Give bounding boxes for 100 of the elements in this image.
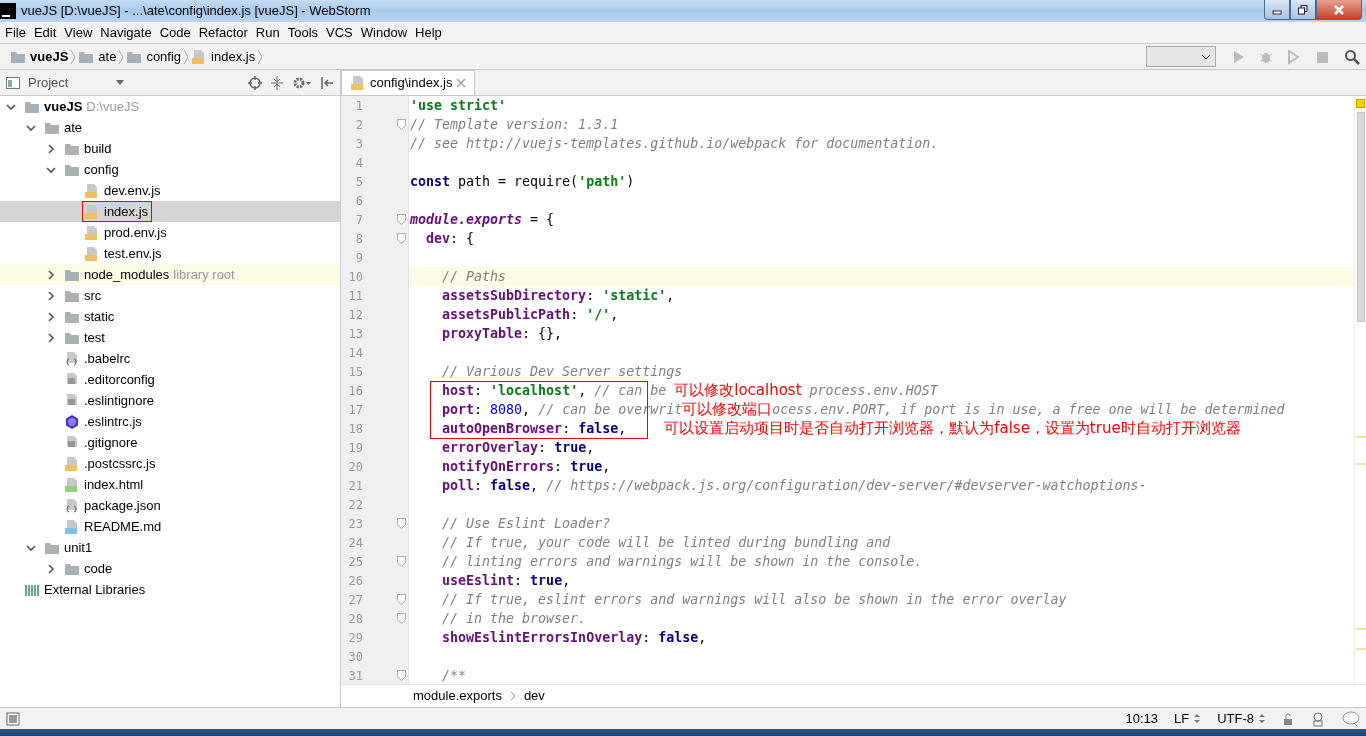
warning-marker[interactable] [1356, 463, 1366, 465]
line-separator-selector[interactable]: LF [1174, 708, 1202, 729]
code-text: : {}, [522, 325, 563, 343]
fold-marker-icon[interactable] [397, 670, 406, 681]
tree-item[interactable]: static [0, 306, 340, 327]
fold-marker-icon[interactable] [397, 119, 406, 130]
person-icon[interactable] [1310, 710, 1326, 727]
minimize-button[interactable] [1264, 0, 1290, 20]
settings-icon[interactable] [292, 75, 312, 90]
hide-panel-icon[interactable] [320, 75, 334, 90]
tree-item[interactable]: test [0, 327, 340, 348]
code-text: 'localhost' [490, 382, 579, 400]
up-down-arrows-icon[interactable] [1193, 713, 1202, 724]
warning-marker[interactable] [1356, 628, 1366, 630]
code-text: : [474, 401, 484, 419]
tool-windows-icon[interactable] [6, 711, 20, 726]
tree-item[interactable]: package.json [0, 495, 340, 516]
menu-item[interactable]: View [61, 22, 96, 43]
fold-marker-icon[interactable] [397, 233, 406, 244]
crosshair-icon[interactable] [248, 75, 262, 90]
fold-marker-icon[interactable] [397, 556, 406, 567]
line-number: 18 [347, 420, 363, 438]
menu-item[interactable]: Refactor [195, 22, 251, 43]
tree-item[interactable]: code [0, 558, 340, 579]
code-text: ) [626, 173, 635, 191]
tree-item[interactable]: src [0, 285, 340, 306]
breadcrumb[interactable]: dev [523, 686, 545, 706]
hexagon-icon [64, 413, 80, 430]
tree-item[interactable]: node_modules library root [0, 264, 340, 285]
menu-item[interactable]: Navigate [97, 22, 155, 43]
menu-item[interactable]: Help [412, 22, 445, 43]
folder-icon [64, 330, 80, 345]
tree-item[interactable]: .babelrc [0, 348, 340, 369]
search-icon[interactable] [1344, 48, 1360, 65]
editor-tab[interactable]: config\index.js [341, 70, 476, 95]
folder-icon [10, 49, 26, 64]
cursor-position[interactable]: 10:13 [1125, 708, 1158, 729]
tree-item[interactable]: .postcssrc.js [0, 453, 340, 474]
js-file-icon [84, 245, 100, 262]
code-text: // Use Eslint Loader? [442, 515, 611, 533]
menu-item[interactable]: Code [156, 22, 194, 43]
tree-item[interactable]: .editorconfig [0, 369, 340, 390]
scrollbar-thumb[interactable] [1357, 112, 1365, 322]
encoding-selector[interactable]: UTF-8 [1217, 708, 1266, 729]
tree-item[interactable]: index.html [0, 474, 340, 495]
speech-bubble-icon[interactable] [1342, 710, 1360, 727]
tree-item[interactable]: .gitignore [0, 432, 340, 453]
folder-icon [78, 49, 95, 64]
tree-item[interactable]: prod.env.js [0, 222, 340, 243]
menu-item[interactable]: File [2, 22, 29, 43]
menu-item[interactable]: Window [357, 22, 411, 43]
menu-item[interactable]: Edit [30, 22, 60, 43]
warning-marker[interactable] [1356, 648, 1366, 650]
fold-marker-icon[interactable] [397, 594, 406, 605]
code-text: path = require( [458, 173, 579, 191]
app-logo-icon [0, 3, 16, 19]
line-number: 29 [347, 629, 363, 647]
tree-item[interactable]: unit1 [0, 537, 340, 558]
tree-item[interactable]: build [0, 138, 340, 159]
tree-item[interactable]: dev.env.js [0, 180, 340, 201]
folder-icon [64, 561, 80, 576]
folder-icon [64, 162, 80, 177]
menu-item[interactable]: VCS [323, 22, 356, 43]
tree-item[interactable]: External Libraries [0, 579, 340, 600]
code-text: process.env.HOST [809, 382, 938, 400]
breadcrumb[interactable]: config [124, 46, 184, 67]
fold-marker-icon[interactable] [397, 518, 406, 529]
up-down-arrows-icon[interactable] [1258, 713, 1266, 724]
tree-item[interactable]: vueJS D:\vueJS [0, 96, 340, 117]
menu-item[interactable]: Run [252, 22, 283, 43]
tree-item[interactable]: .eslintrc.js [0, 411, 340, 432]
close-icon[interactable] [456, 78, 467, 88]
tree-item[interactable]: README.md [0, 516, 340, 537]
warning-marker[interactable] [1356, 436, 1366, 438]
code-text: dev [426, 230, 451, 248]
line-number: 25 [347, 553, 363, 571]
tree-item[interactable]: ate [0, 117, 340, 138]
run-configuration-dropdown[interactable] [1146, 46, 1216, 67]
js-file-icon [84, 224, 100, 241]
tree-item[interactable]: config [0, 159, 340, 180]
project-icon [6, 76, 20, 89]
fold-marker-icon[interactable] [397, 613, 406, 624]
restore-button[interactable] [1290, 0, 1316, 20]
collapse-all-icon[interactable] [270, 75, 284, 90]
tree-item[interactable]: .eslintignore [0, 390, 340, 411]
breadcrumb[interactable]: vueJS [8, 46, 71, 67]
tree-item[interactable]: test.env.js [0, 243, 340, 264]
breadcrumb[interactable]: index.js [189, 46, 258, 67]
code-text: proxyTable [442, 325, 523, 343]
menu-item[interactable]: Tools [284, 22, 322, 43]
lock-icon[interactable] [1282, 712, 1294, 725]
close-button[interactable] [1316, 0, 1362, 20]
code-text: , [698, 629, 707, 647]
code-text: const [410, 173, 451, 191]
fold-marker-icon[interactable] [397, 214, 406, 225]
tree-item[interactable]: index.js [0, 201, 340, 222]
line-number: 23 [347, 515, 363, 533]
breadcrumb[interactable]: module.exports [413, 686, 502, 706]
code-text: errorOverlay [442, 439, 539, 457]
breadcrumb[interactable]: ate [76, 46, 119, 67]
